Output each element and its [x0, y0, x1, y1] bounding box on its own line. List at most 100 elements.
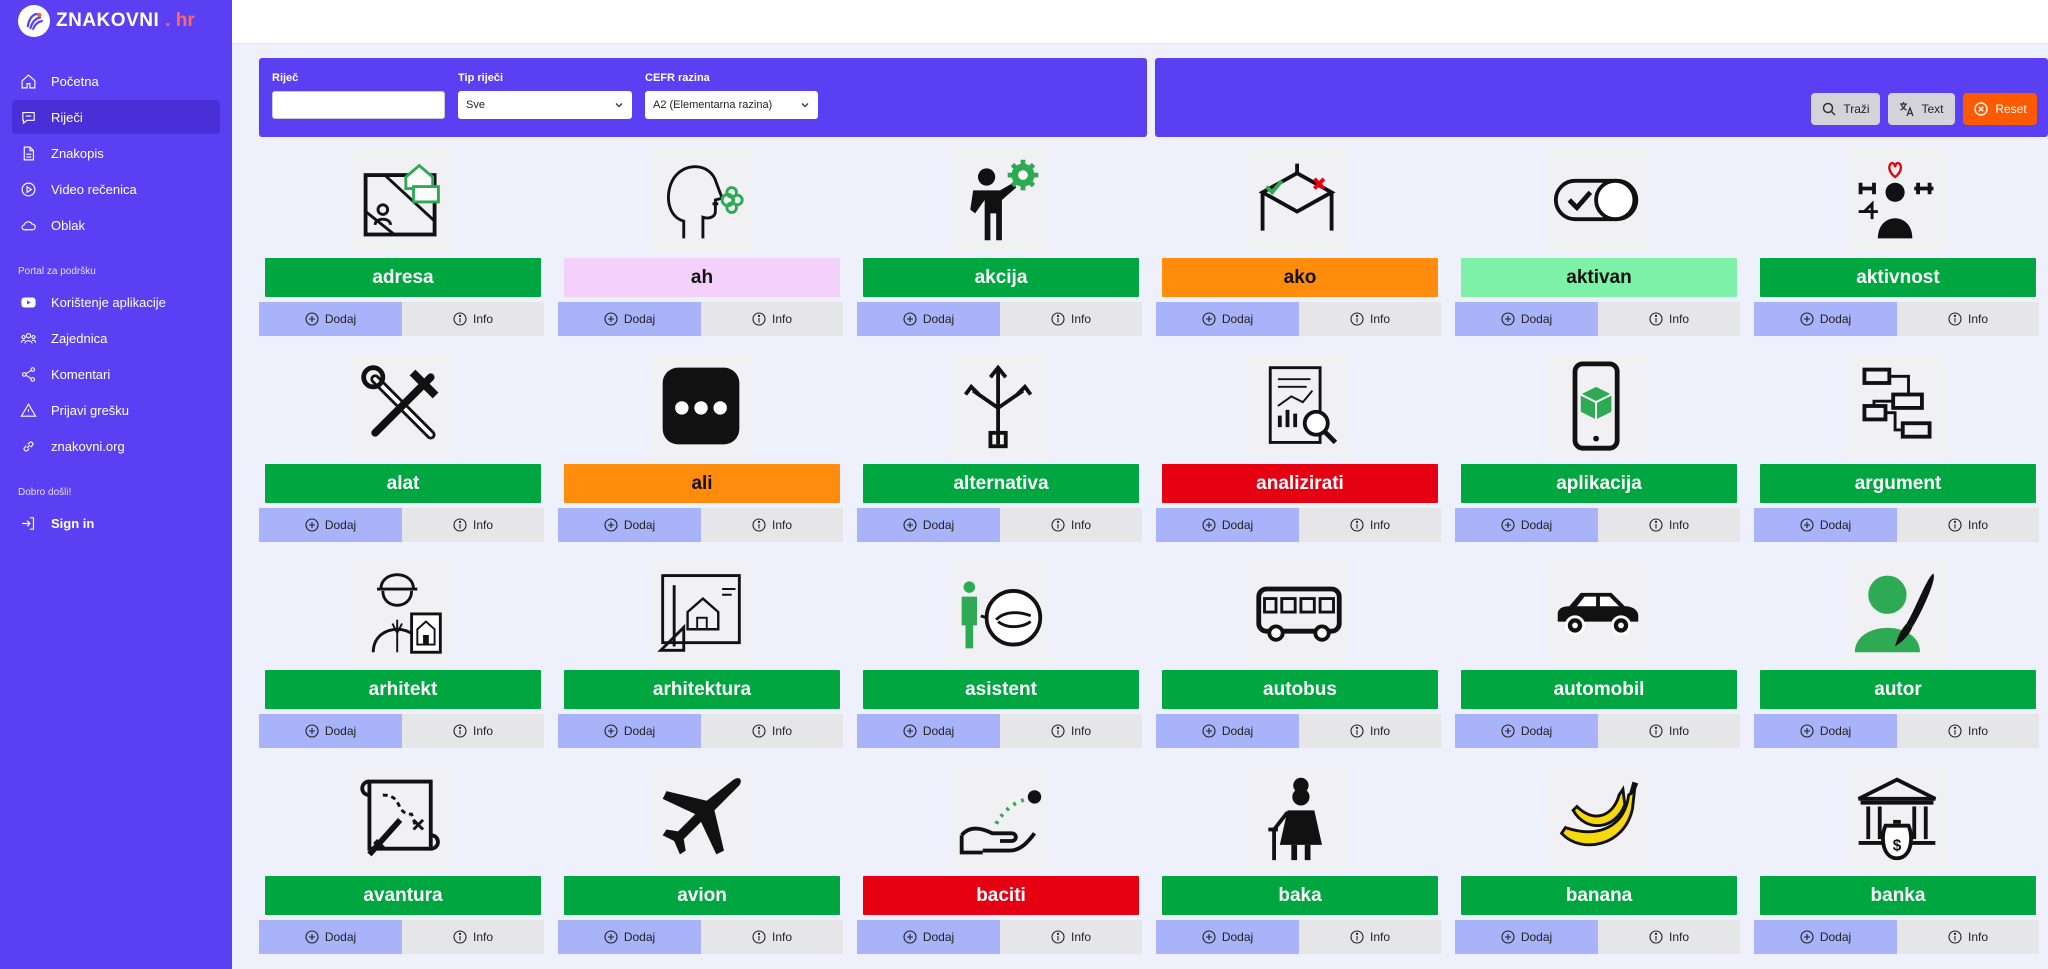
- info-button[interactable]: Info: [701, 508, 843, 542]
- info-button[interactable]: Info: [402, 920, 544, 954]
- word-label[interactable]: aplikacija: [1461, 464, 1737, 503]
- info-button[interactable]: Info: [1897, 920, 2039, 954]
- add-button[interactable]: Dodaj: [1754, 920, 1897, 954]
- cefr-select[interactable]: A2 (Elementarna razina): [645, 91, 818, 119]
- word-input[interactable]: [272, 91, 445, 119]
- word-label[interactable]: arhitekt: [265, 670, 541, 709]
- add-button[interactable]: Dodaj: [1754, 508, 1897, 542]
- info-button[interactable]: Info: [1000, 302, 1142, 336]
- word-image[interactable]: [949, 354, 1050, 457]
- word-image[interactable]: [650, 354, 751, 457]
- word-label[interactable]: adresa: [265, 258, 541, 297]
- add-button[interactable]: Dodaj: [1455, 714, 1598, 748]
- word-image[interactable]: [1547, 766, 1648, 869]
- type-select[interactable]: Sve: [458, 91, 632, 119]
- word-image[interactable]: [1846, 354, 1947, 457]
- search-button[interactable]: Traži: [1811, 93, 1880, 125]
- info-button[interactable]: Info: [701, 714, 843, 748]
- word-label[interactable]: ako: [1162, 258, 1438, 297]
- add-button[interactable]: Dodaj: [1156, 714, 1299, 748]
- info-button[interactable]: Info: [1000, 714, 1142, 748]
- word-image[interactable]: [351, 766, 452, 869]
- word-label[interactable]: autobus: [1162, 670, 1438, 709]
- add-button[interactable]: Dodaj: [1156, 920, 1299, 954]
- nav-item-komentari[interactable]: Komentari: [12, 357, 220, 391]
- nav-item-rijeci[interactable]: Riječi: [12, 100, 220, 134]
- add-button[interactable]: Dodaj: [259, 920, 402, 954]
- word-image[interactable]: [650, 148, 751, 251]
- word-label[interactable]: akcija: [863, 258, 1139, 297]
- info-button[interactable]: Info: [701, 302, 843, 336]
- word-image[interactable]: [1248, 148, 1349, 251]
- word-image[interactable]: [949, 766, 1050, 869]
- word-label[interactable]: argument: [1760, 464, 2036, 503]
- text-button[interactable]: Text: [1888, 93, 1955, 125]
- word-image[interactable]: [650, 766, 751, 869]
- word-label[interactable]: analizirati: [1162, 464, 1438, 503]
- info-button[interactable]: Info: [1897, 508, 2039, 542]
- word-image[interactable]: [351, 148, 452, 251]
- word-label[interactable]: baka: [1162, 876, 1438, 915]
- nav-item-zajednica[interactable]: Zajednica: [12, 321, 220, 355]
- info-button[interactable]: Info: [1598, 508, 1740, 542]
- info-button[interactable]: Info: [1897, 302, 2039, 336]
- word-label[interactable]: banka: [1760, 876, 2036, 915]
- add-button[interactable]: Dodaj: [558, 508, 701, 542]
- nav-item-pocetna[interactable]: Početna: [12, 64, 220, 98]
- add-button[interactable]: Dodaj: [1156, 302, 1299, 336]
- info-button[interactable]: Info: [1598, 920, 1740, 954]
- info-button[interactable]: Info: [1299, 714, 1441, 748]
- add-button[interactable]: Dodaj: [1156, 508, 1299, 542]
- word-label[interactable]: aktivan: [1461, 258, 1737, 297]
- add-button[interactable]: Dodaj: [259, 714, 402, 748]
- word-label[interactable]: alat: [265, 464, 541, 503]
- add-button[interactable]: Dodaj: [558, 302, 701, 336]
- info-button[interactable]: Info: [701, 920, 843, 954]
- word-image[interactable]: [1248, 354, 1349, 457]
- word-label[interactable]: aktivnost: [1760, 258, 2036, 297]
- add-button[interactable]: Dodaj: [259, 508, 402, 542]
- word-image[interactable]: [1248, 560, 1349, 663]
- add-button[interactable]: Dodaj: [1754, 302, 1897, 336]
- word-label[interactable]: ah: [564, 258, 840, 297]
- word-label[interactable]: banana: [1461, 876, 1737, 915]
- word-image[interactable]: [351, 354, 452, 457]
- word-label[interactable]: asistent: [863, 670, 1139, 709]
- nav-item-znakopis[interactable]: Znakopis: [12, 136, 220, 170]
- word-image[interactable]: [1846, 560, 1947, 663]
- info-button[interactable]: Info: [402, 302, 544, 336]
- info-button[interactable]: Info: [1000, 508, 1142, 542]
- add-button[interactable]: Dodaj: [558, 920, 701, 954]
- add-button[interactable]: Dodaj: [558, 714, 701, 748]
- word-label[interactable]: arhitektura: [564, 670, 840, 709]
- nav-item-znakovni-org[interactable]: znakovni.org: [12, 429, 220, 463]
- word-image[interactable]: [1248, 766, 1349, 869]
- nav-item-koristenje[interactable]: Korištenje aplikacije: [12, 285, 220, 319]
- info-button[interactable]: Info: [1897, 714, 2039, 748]
- nav-item-sign-in[interactable]: Sign in: [12, 506, 220, 540]
- info-button[interactable]: Info: [1000, 920, 1142, 954]
- nav-item-prijavi-gresku[interactable]: Prijavi grešku: [12, 393, 220, 427]
- info-button[interactable]: Info: [402, 508, 544, 542]
- word-image[interactable]: [650, 560, 751, 663]
- add-button[interactable]: Dodaj: [1455, 920, 1598, 954]
- add-button[interactable]: Dodaj: [1455, 302, 1598, 336]
- word-label[interactable]: ali: [564, 464, 840, 503]
- info-button[interactable]: Info: [1598, 302, 1740, 336]
- info-button[interactable]: Info: [1299, 508, 1441, 542]
- word-image[interactable]: [949, 148, 1050, 251]
- add-button[interactable]: Dodaj: [857, 302, 1000, 336]
- word-image[interactable]: [949, 560, 1050, 663]
- word-image[interactable]: [1547, 560, 1648, 663]
- nav-item-oblak[interactable]: Oblak: [12, 208, 220, 242]
- nav-item-video-recenica[interactable]: Video rečenica: [12, 172, 220, 206]
- info-button[interactable]: Info: [1299, 302, 1441, 336]
- word-image[interactable]: [1547, 354, 1648, 457]
- add-button[interactable]: Dodaj: [1455, 508, 1598, 542]
- info-button[interactable]: Info: [402, 714, 544, 748]
- word-image[interactable]: [351, 560, 452, 663]
- add-button[interactable]: Dodaj: [259, 302, 402, 336]
- info-button[interactable]: Info: [1299, 920, 1441, 954]
- add-button[interactable]: Dodaj: [857, 508, 1000, 542]
- word-label[interactable]: alternativa: [863, 464, 1139, 503]
